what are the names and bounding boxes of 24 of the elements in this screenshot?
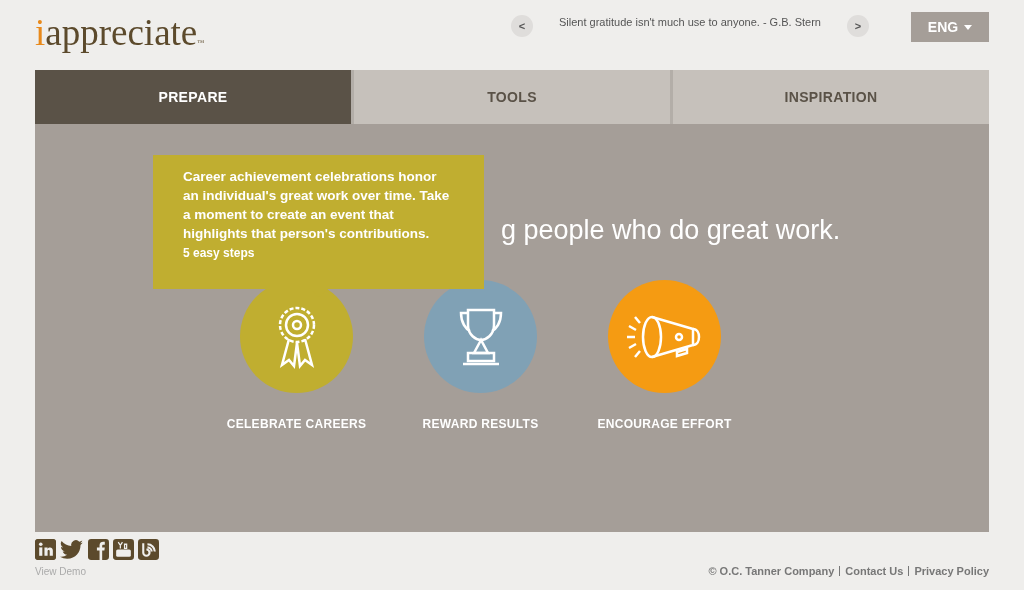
view-demo-link[interactable]: View Demo xyxy=(35,564,159,579)
headline: g people who do great work. xyxy=(501,214,841,246)
category-label[interactable]: ENCOURAGE EFFORT xyxy=(597,415,732,433)
trophy-icon xyxy=(457,306,504,367)
previous-button[interactable]: < xyxy=(511,15,533,37)
copyright-text: © O.C. Tanner Company xyxy=(708,564,835,579)
category-label[interactable]: REWARD RESULTS xyxy=(422,415,539,433)
footer-link[interactable]: Privacy Policy xyxy=(914,563,989,580)
next-button[interactable]: > xyxy=(847,15,869,37)
steps-link[interactable]: 5 easy steps xyxy=(183,244,460,262)
facebook-icon[interactable] xyxy=(88,539,109,560)
nav-tab[interactable]: INSPIRATION xyxy=(670,70,989,124)
category-label[interactable]: CELEBRATE CAREERS xyxy=(226,415,367,433)
ribbon-award-icon xyxy=(276,304,317,369)
language-dropdown[interactable]: ENG xyxy=(911,12,989,42)
footer-link[interactable]: Contact Us xyxy=(845,563,904,580)
tooltip-text: Career achievement celebrations honor an individual's great work over time. Take a moment to create an event that highlights that person's contributions. xyxy=(183,168,451,243)
quote-text: Silent gratitude isn't much use to anyone. - G.B. Stern xyxy=(558,15,822,30)
nav-tab[interactable]: PREPARE xyxy=(35,70,351,124)
nav-tab[interactable]: TOOLS xyxy=(351,70,670,124)
bird-icon[interactable] xyxy=(60,539,84,560)
caret-icon xyxy=(964,24,973,30)
linkedin-icon[interactable] xyxy=(35,539,56,560)
rss-feed-icon[interactable] xyxy=(138,539,159,560)
